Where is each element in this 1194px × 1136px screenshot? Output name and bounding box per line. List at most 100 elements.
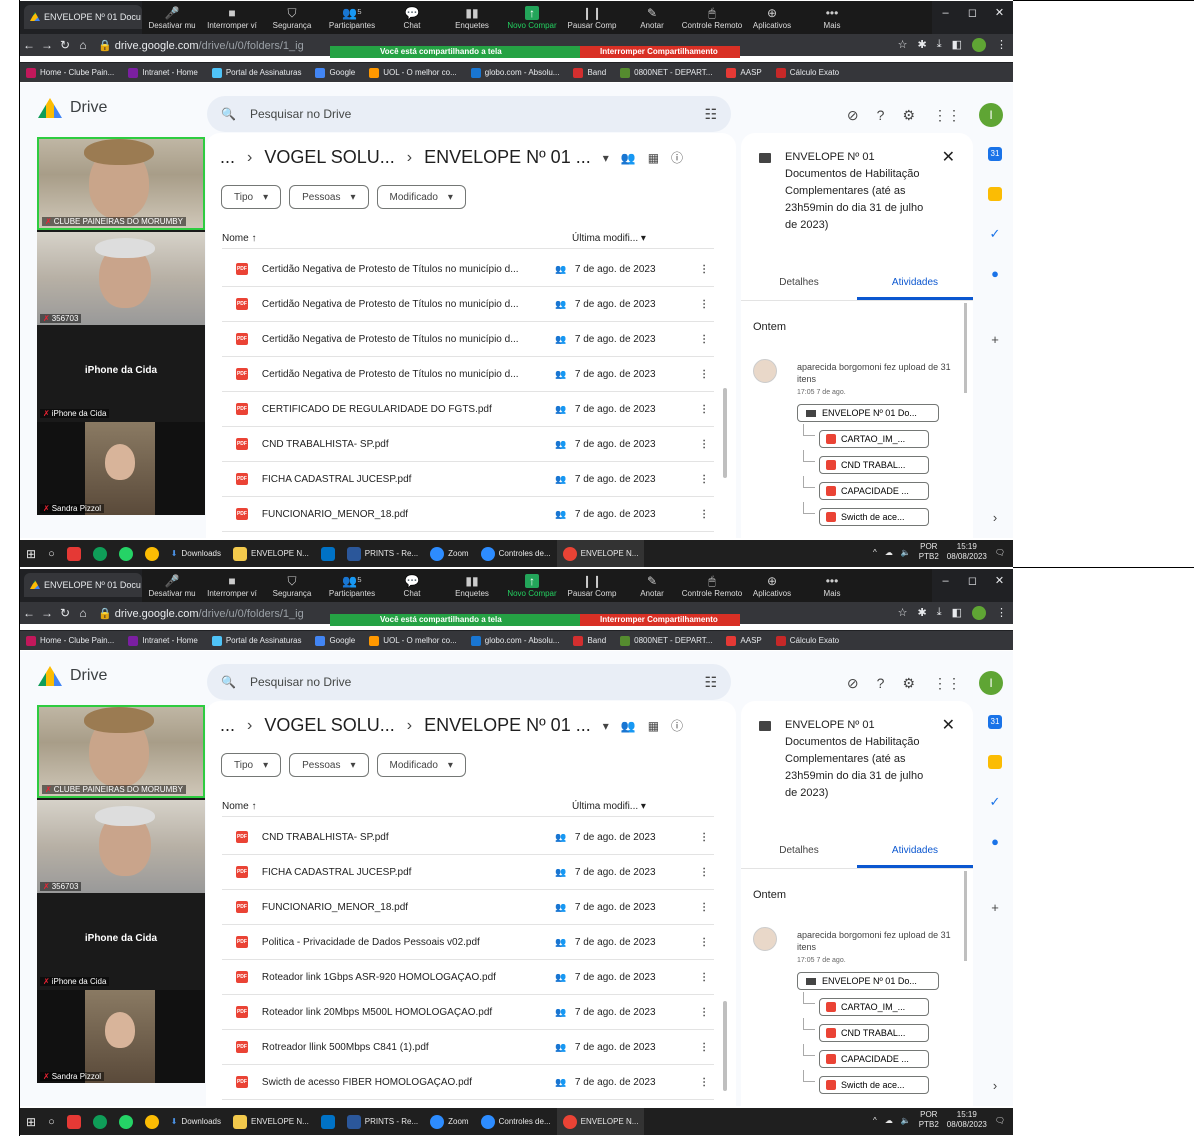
more-options-icon[interactable]: ⋮ [694,1007,714,1018]
bookmark-item[interactable]: Intranet - Home [128,67,198,78]
zoom-polls-button[interactable]: ▮▮ Enquetes [442,569,502,602]
notifications-icon[interactable]: 🗨 [995,1116,1005,1125]
video-tile[interactable]: ✗ Sandra Pizzol [37,990,205,1083]
download-icon[interactable]: ⤓ [937,606,942,620]
search-input[interactable]: 🔍 Pesquisar no Drive ☷ [207,96,731,132]
close-icon[interactable]: ✕ [942,715,955,735]
chevron-right-icon[interactable]: › [988,1079,1002,1093]
edge-icon[interactable] [87,1108,113,1135]
activity-file-chip[interactable]: CARTAO_IM_... [819,430,929,448]
file-row[interactable]: PDF Rotreador llink 500Mbps C841 (1).pdf 👥… [222,1030,714,1065]
close-window-button[interactable]: ✕ [986,569,1013,602]
zoom-participants-button[interactable]: 👥⁵ Participantes [322,569,382,602]
zoom-shield-button[interactable]: ⛉ Segurança [262,569,322,602]
video-tile[interactable]: ✗ 356703 [37,232,205,325]
home-icon[interactable]: ⌂ [74,606,92,620]
app-icon[interactable] [61,1108,87,1135]
bookmark-item[interactable]: Intranet - Home [128,635,198,646]
scrollbar[interactable] [964,871,967,961]
bookmark-item[interactable]: Home - Clube Pain... [26,67,114,78]
stop-sharing-button[interactable]: Interromper Compartilhamento [580,614,740,626]
file-row[interactable]: PDF FICHA CADASTRAL JUCESP.pdf 👥 7 de ago. … [222,855,714,890]
info-icon[interactable]: ⓘ [671,149,683,166]
zoom-more-button[interactable]: ••• Mais [802,1,862,34]
menu-icon[interactable]: ⋮ [996,38,1007,52]
download-icon[interactable]: ⤓ [937,38,942,52]
file-row[interactable]: PDF Certidão Negativa de Protesto de Títu… [222,322,714,357]
zoom-video-button[interactable]: ■ Interromper ví [202,569,262,602]
activity-file-chip[interactable]: CAPACIDADE ... [819,482,929,500]
tab-activity[interactable]: Atividades [857,845,973,868]
scrollbar[interactable] [723,1001,727,1091]
zoom-annotate-button[interactable]: ✎ Anotar [622,1,682,34]
more-options-icon[interactable]: ⋮ [694,299,714,310]
drive-logo[interactable]: Drive [38,666,107,686]
offline-icon[interactable]: ⊘ [847,675,859,692]
apps-grid-icon[interactable]: ⋮⋮ [933,107,961,124]
more-options-icon[interactable]: ⋮ [694,509,714,520]
activity-file-chip[interactable]: CND TRABAL... [819,1024,929,1042]
bookmark-item[interactable]: Band [573,67,606,78]
reload-icon[interactable]: ↻ [56,606,74,620]
maximize-button[interactable]: ◻ [959,569,986,602]
taskbar-word[interactable]: PRINTS - Re... [341,540,424,567]
breadcrumb-parent[interactable]: VOGEL SOLU... [264,147,394,168]
file-row[interactable]: PDF CND TRABALHISTA- SP.pdf 👥 7 de ago. de … [222,427,714,462]
sidepanel-icon[interactable]: ◧ [952,606,962,620]
offline-icon[interactable]: ⊘ [847,107,859,124]
notifications-icon[interactable]: 🗨 [995,548,1005,557]
taskbar-zoom-controls[interactable]: Controles de... [475,1108,557,1135]
search-input[interactable]: 🔍 Pesquisar no Drive ☷ [207,664,731,700]
modified-column[interactable]: Última modifi... ▾ [572,801,646,812]
video-tile[interactable]: ✗ 356703 [37,800,205,893]
zoom-shield-button[interactable]: ⛉ Segurança [262,1,322,34]
bookmark-item[interactable]: Cálculo Exato [775,635,839,646]
breadcrumb-more[interactable]: ... [220,147,235,168]
file-row[interactable]: PDF CERTIFICADO DE REGULARIDADE DO FGTS.p… [222,392,714,427]
calendar-icon[interactable]: 31 [988,715,1002,729]
add-icon[interactable]: + [988,333,1002,347]
video-tile[interactable]: iPhone da Cida ✗ iPhone da Cida [37,895,205,988]
video-tile[interactable]: ✗ CLUBE PAINEIRAS DO MORUMBY [37,705,205,798]
more-options-icon[interactable]: ⋮ [694,474,714,485]
contacts-icon[interactable]: ● [988,267,1002,281]
clock[interactable]: 15:19 08/08/2023 [947,542,987,562]
sidepanel-icon[interactable]: ◧ [952,38,962,52]
zoom-apps-button[interactable]: ⊕ Aplicativos [742,569,802,602]
url-field[interactable]: 🔒 drive.google.com/drive/u/0/folders/1_i… [98,607,304,620]
bookmark-item[interactable]: globo.com - Absolu... [470,67,559,78]
more-options-icon[interactable]: ⋮ [694,832,714,843]
avatar[interactable]: I [979,671,1003,695]
taskbar-envelope[interactable]: ENVELOPE N... [227,540,315,567]
more-options-icon[interactable]: ⋮ [694,369,714,380]
filter-type[interactable]: Tipo ▾ [221,753,282,777]
zoom-chat-button[interactable]: 💬 Chat [382,1,442,34]
network-icon[interactable]: ☁ [885,548,893,557]
chrome-icon[interactable] [139,540,165,567]
taskbar-downloads[interactable]: ⬇ Downloads [165,540,227,567]
contacts-icon[interactable]: ● [988,835,1002,849]
grid-view-icon[interactable]: ▦ [648,719,659,733]
search-icon[interactable]: ○ [42,540,61,567]
app-icon[interactable] [61,540,87,567]
activity-file-chip[interactable]: CARTAO_IM_... [819,998,929,1016]
chevron-up-icon[interactable]: ^ [873,548,877,557]
keep-icon[interactable] [988,187,1002,201]
apps-grid-icon[interactable]: ⋮⋮ [933,675,961,692]
taskbar-envelope[interactable]: ENVELOPE N... [227,1108,315,1135]
file-row[interactable]: PDF Roteador link 1Gbps ASR-920 HOMOLOGAÇ… [222,960,714,995]
zoom-apps-button[interactable]: ⊕ Aplicativos [742,1,802,34]
bookmark-item[interactable]: AASP [726,635,762,646]
tasks-icon[interactable]: ✓ [988,795,1002,809]
taskbar-chrome-window[interactable]: ENVELOPE N... [556,1108,645,1135]
zoom-annotate-button[interactable]: ✎ Anotar [622,569,682,602]
extensions-icon[interactable]: ✱ [918,606,927,620]
zoom-pause-button[interactable]: ❙❙ Pausar Comp [562,1,622,34]
bookmark-item[interactable]: Band [573,635,606,646]
zoom-pause-button[interactable]: ❙❙ Pausar Comp [562,569,622,602]
bookmark-item[interactable]: Google [315,635,355,646]
zoom-share-button[interactable]: ↑ Novo Compar [502,569,562,602]
close-icon[interactable]: ✕ [942,147,955,167]
zoom-remote-control-button[interactable]: 🖱 Controle Remoto [682,569,742,602]
star-icon[interactable]: ☆ [898,606,908,620]
